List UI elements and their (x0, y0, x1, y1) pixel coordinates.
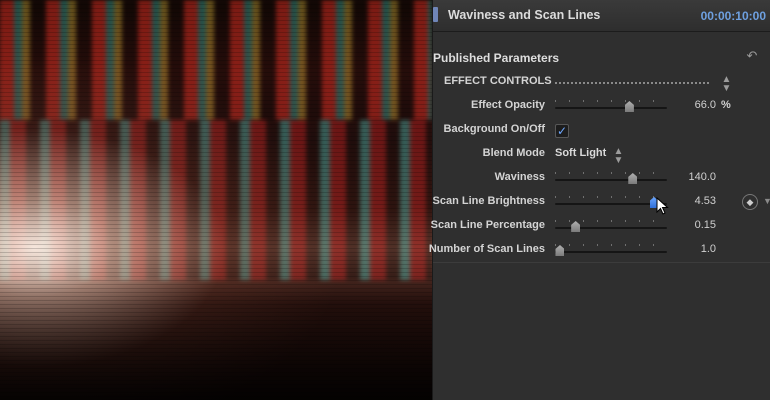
waviness-slider[interactable] (555, 172, 667, 184)
waviness-label: Waviness (494, 171, 545, 183)
number-of-scan-lines-slider[interactable] (555, 244, 667, 256)
timecode: 00:00:10:00 (700, 9, 766, 23)
slider-ticks (555, 220, 667, 222)
published-parameters-title: Published Parameters (433, 51, 560, 65)
background-onoff-checkbox[interactable]: ✓ (555, 124, 569, 138)
slider-knob[interactable] (628, 173, 638, 184)
number-of-scan-lines-value[interactable]: 1.0 (701, 243, 716, 255)
slider-knob[interactable] (555, 245, 565, 256)
scan-line-brightness-slider[interactable] (555, 196, 667, 208)
param-effect-controls: EFFECT CONTROLS ▲▼ (433, 71, 770, 95)
param-background-onoff: Background On/Off ✓ (433, 119, 770, 143)
slider-knob[interactable] (624, 101, 634, 112)
blend-mode-label: Blend Mode (482, 147, 545, 159)
blend-mode-popup[interactable]: Soft Light (555, 147, 606, 159)
slider-track (555, 107, 667, 109)
inspector-panel: Waviness and Scan Lines 00:00:10:00 Publ… (429, 0, 770, 400)
effect-controls-label: EFFECT CONTROLS (444, 75, 552, 87)
effect-opacity-label: Effect Opacity (471, 99, 545, 111)
slider-ticks (555, 196, 667, 198)
scan-line-brightness-label: Scan Line Brightness (432, 195, 545, 207)
add-keyframe-button[interactable]: ◆ (742, 194, 758, 210)
effect-opacity-unit: % (721, 99, 731, 111)
effect-controls-divider (555, 82, 711, 84)
effect-opacity-slider[interactable] (555, 100, 667, 112)
reset-icon[interactable]: ↶ (744, 48, 760, 64)
scan-line-percentage-slider[interactable] (555, 220, 667, 232)
effect-header: Waviness and Scan Lines 00:00:10:00 (433, 0, 770, 32)
blend-mode-stepper-icon[interactable]: ▲▼ (613, 146, 624, 164)
slider-ticks (555, 244, 667, 246)
mouse-cursor-icon (656, 197, 669, 215)
effect-opacity-value[interactable]: 66.0 (695, 99, 716, 111)
panel-divider (433, 262, 770, 263)
effect-title: Waviness and Scan Lines (448, 8, 601, 22)
scan-line-percentage-value[interactable]: 0.15 (695, 219, 716, 231)
background-onoff-label: Background On/Off (443, 123, 545, 135)
scan-line-brightness-value[interactable]: 4.53 (695, 195, 716, 207)
video-viewer[interactable] (0, 0, 432, 400)
param-scan-line-brightness: Scan Line Brightness 4.53 ◆ ▼ (433, 191, 770, 215)
param-number-of-scan-lines: Number of Scan Lines 1.0 (429, 239, 770, 263)
effect-color-marker (433, 7, 438, 22)
number-of-scan-lines-label: Number of Scan Lines (428, 243, 545, 255)
slider-track (555, 251, 667, 253)
effect-controls-stepper-icon[interactable]: ▲▼ (721, 74, 732, 92)
slider-ticks (555, 100, 667, 102)
slider-ticks (555, 172, 667, 174)
bottom-shadow (0, 0, 432, 400)
param-blend-mode: Blend Mode Soft Light ▲▼ (433, 143, 770, 167)
param-scan-line-percentage: Scan Line Percentage 0.15 (430, 215, 770, 239)
slider-knob[interactable] (571, 221, 581, 232)
scan-line-percentage-label: Scan Line Percentage (430, 219, 545, 231)
chevron-down-icon[interactable]: ▼ (763, 196, 770, 206)
param-effect-opacity: Effect Opacity 66.0 % (433, 95, 770, 119)
slider-track (555, 179, 667, 181)
waviness-value[interactable]: 140.0 (688, 171, 716, 183)
param-waviness: Waviness 140.0 (433, 167, 770, 191)
